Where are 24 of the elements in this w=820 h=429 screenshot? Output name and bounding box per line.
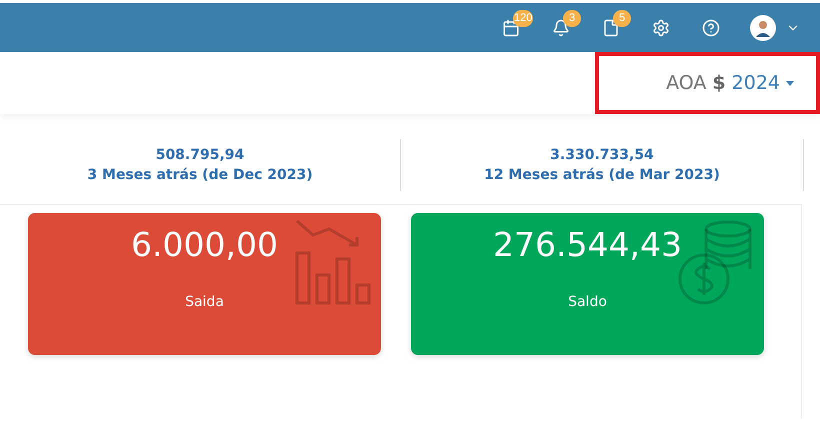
card-label: Saldo	[568, 294, 607, 310]
count-badge: 120	[513, 10, 534, 26]
document-button[interactable]: 5	[586, 8, 636, 48]
caret-icon	[786, 80, 794, 86]
stat-label: 3 Meses atrás (de Dec 2023)	[87, 167, 313, 183]
bell-icon	[552, 18, 570, 36]
calendar-button[interactable]: 120	[486, 8, 536, 48]
chart-icon	[295, 219, 371, 305]
count-badge: 3	[563, 10, 581, 26]
help-icon	[702, 18, 720, 36]
card-label: Saida	[185, 294, 224, 310]
user-menu[interactable]	[750, 14, 800, 40]
settings-icon	[652, 18, 670, 36]
stat-label: 12 Meses atrás (de Mar 2023)	[484, 167, 720, 183]
stat-value: 508.795,94	[156, 147, 244, 163]
avatar-icon	[750, 14, 776, 40]
coins-icon	[678, 219, 754, 305]
year-selector[interactable]: AOA $ 2024	[666, 72, 794, 94]
document-icon	[602, 18, 620, 36]
bell-button[interactable]: 3	[536, 8, 586, 48]
stat-value: 3.330.733,54	[550, 147, 654, 163]
count-badge: 5	[613, 10, 631, 26]
card-value: 6.000,00	[131, 225, 278, 264]
card-value: 276.544,43	[493, 225, 682, 264]
